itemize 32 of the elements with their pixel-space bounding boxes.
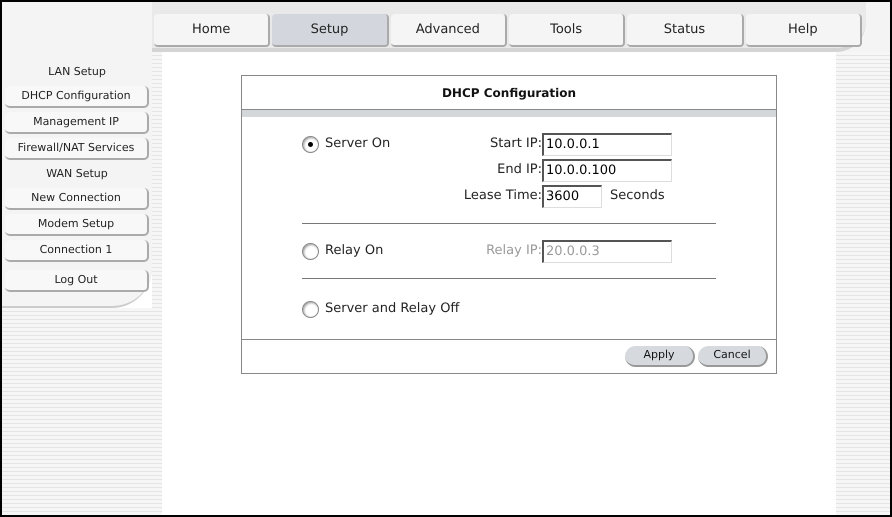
menu-button[interactable]: Connection 1 <box>5 240 149 262</box>
action-button[interactable]: Apply <box>625 346 695 367</box>
action-button[interactable]: Cancel <box>698 346 768 367</box>
field-label: Lease Time: <box>462 187 542 206</box>
menu-button[interactable]: Firewall/NAT Services <box>5 138 149 160</box>
nav-tab[interactable]: Home <box>154 14 270 47</box>
radio-button[interactable] <box>302 300 319 318</box>
menu-button[interactable]: Management IP <box>5 112 149 134</box>
field-label: Relay IP: <box>485 242 542 260</box>
nav-tab[interactable]: Setup <box>272 14 389 47</box>
input-field[interactable]: 3600 <box>542 184 602 208</box>
nav-tab[interactable]: Advanced <box>390 14 507 47</box>
section-heading: WAN Setup <box>46 166 108 182</box>
input-field[interactable]: 10.0.0.100 <box>542 158 672 182</box>
menu-button[interactable]: Modem Setup <box>5 214 149 236</box>
menu-button[interactable]: DHCP Configuration <box>5 86 149 108</box>
nav-tab[interactable]: Tools <box>508 14 626 47</box>
option-label: Server and Relay Off <box>325 300 460 318</box>
nav-tab[interactable]: Status <box>627 14 744 47</box>
field-label: Start IP: <box>489 135 542 154</box>
menu-button[interactable]: Log Out <box>5 270 149 292</box>
input-field[interactable]: 10.0.0.1 <box>542 132 672 156</box>
menu-button[interactable]: New Connection <box>5 188 149 210</box>
field-label: End IP: <box>496 161 542 180</box>
radio-button[interactable] <box>302 242 319 260</box>
unit-label: Seconds <box>610 187 665 206</box>
radio-button[interactable] <box>302 136 319 152</box>
nav-tab[interactable]: Help <box>746 14 862 47</box>
option-label: Server On <box>325 135 390 154</box>
panel-title: DHCP Configuration <box>442 84 576 102</box>
section-heading: LAN Setup <box>48 64 106 80</box>
option-label: Relay On <box>325 242 384 260</box>
